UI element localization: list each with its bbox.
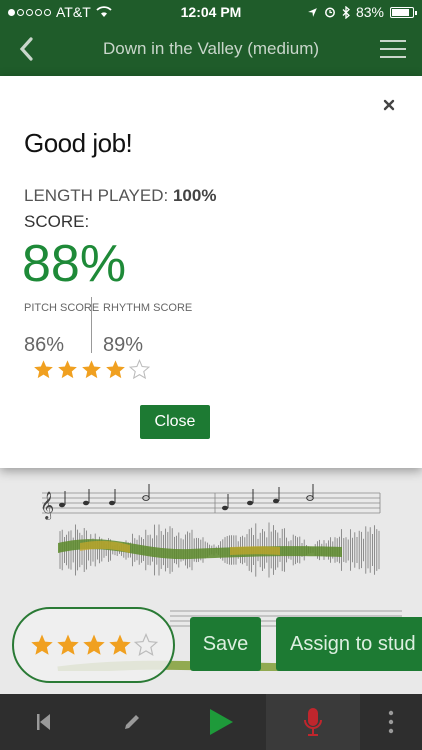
result-controls: Save Assign to stud <box>0 605 422 685</box>
record-button[interactable] <box>266 694 360 750</box>
skip-back-button[interactable] <box>0 694 88 750</box>
star-rating-pill[interactable] <box>12 607 175 683</box>
score-divider <box>91 297 92 353</box>
score-value: 88% <box>22 235 127 293</box>
star-empty-icon <box>133 633 158 657</box>
star-filled-icon <box>56 634 79 655</box>
star-filled-icon <box>106 360 125 379</box>
pencil-icon <box>125 715 139 729</box>
star-filled-icon <box>82 634 105 655</box>
play-button[interactable] <box>176 694 266 750</box>
navigation-bar: Down in the Valley (medium) <box>0 24 422 76</box>
bluetooth-icon <box>342 5 350 19</box>
pitch-score: PITCH SCORE 86% <box>24 302 99 357</box>
assign-to-student-button[interactable]: Assign to stud <box>276 617 422 671</box>
star-filled-icon <box>58 360 77 379</box>
battery-icon <box>390 6 417 18</box>
more-button[interactable] <box>360 694 422 750</box>
location-icon <box>308 7 317 17</box>
rhythm-score: RHYTHM SCORE 89% <box>103 302 192 357</box>
microphone-icon <box>304 708 322 736</box>
skip-back-icon <box>37 714 50 730</box>
star-filled-icon <box>30 634 53 655</box>
pitch-score-value: 86% <box>24 334 65 356</box>
save-button[interactable]: Save <box>190 617 261 671</box>
back-icon[interactable] <box>14 34 40 64</box>
svg-text:𝄞: 𝄞 <box>40 491 54 520</box>
bottom-toolbar <box>0 694 422 750</box>
star-filled-icon <box>82 360 101 379</box>
length-label: LENGTH PLAYED: <box>24 186 169 205</box>
status-bar: AT&T 12:04 PM 83% <box>0 0 422 24</box>
star-rating <box>33 359 150 380</box>
pitch-score-label: PITCH SCORE <box>24 302 100 314</box>
result-heading: Good job! <box>24 128 133 158</box>
star-filled-icon <box>108 634 131 655</box>
song-title: Down in the Valley (medium) <box>102 39 320 58</box>
length-played: LENGTH PLAYED: 100% <box>24 186 216 206</box>
star-filled-icon <box>34 360 53 379</box>
menu-icon[interactable] <box>380 40 406 60</box>
rhythm-score-value: 89% <box>103 334 144 356</box>
battery-percent: 83% <box>355 4 384 20</box>
star-empty-icon <box>129 359 150 380</box>
more-icon <box>388 710 394 734</box>
close-button[interactable]: Close <box>140 405 210 439</box>
score-label: SCORE: <box>24 212 90 231</box>
result-dialog: Good job! LENGTH PLAYED: 100% SCORE: 88%… <box>0 76 422 468</box>
close-icon[interactable] <box>382 98 396 112</box>
rhythm-score-label: RHYTHM SCORE <box>103 302 193 314</box>
length-value: 100% <box>172 186 217 205</box>
edit-button[interactable] <box>88 694 176 750</box>
alarm-icon <box>325 7 335 18</box>
play-icon <box>210 709 233 735</box>
